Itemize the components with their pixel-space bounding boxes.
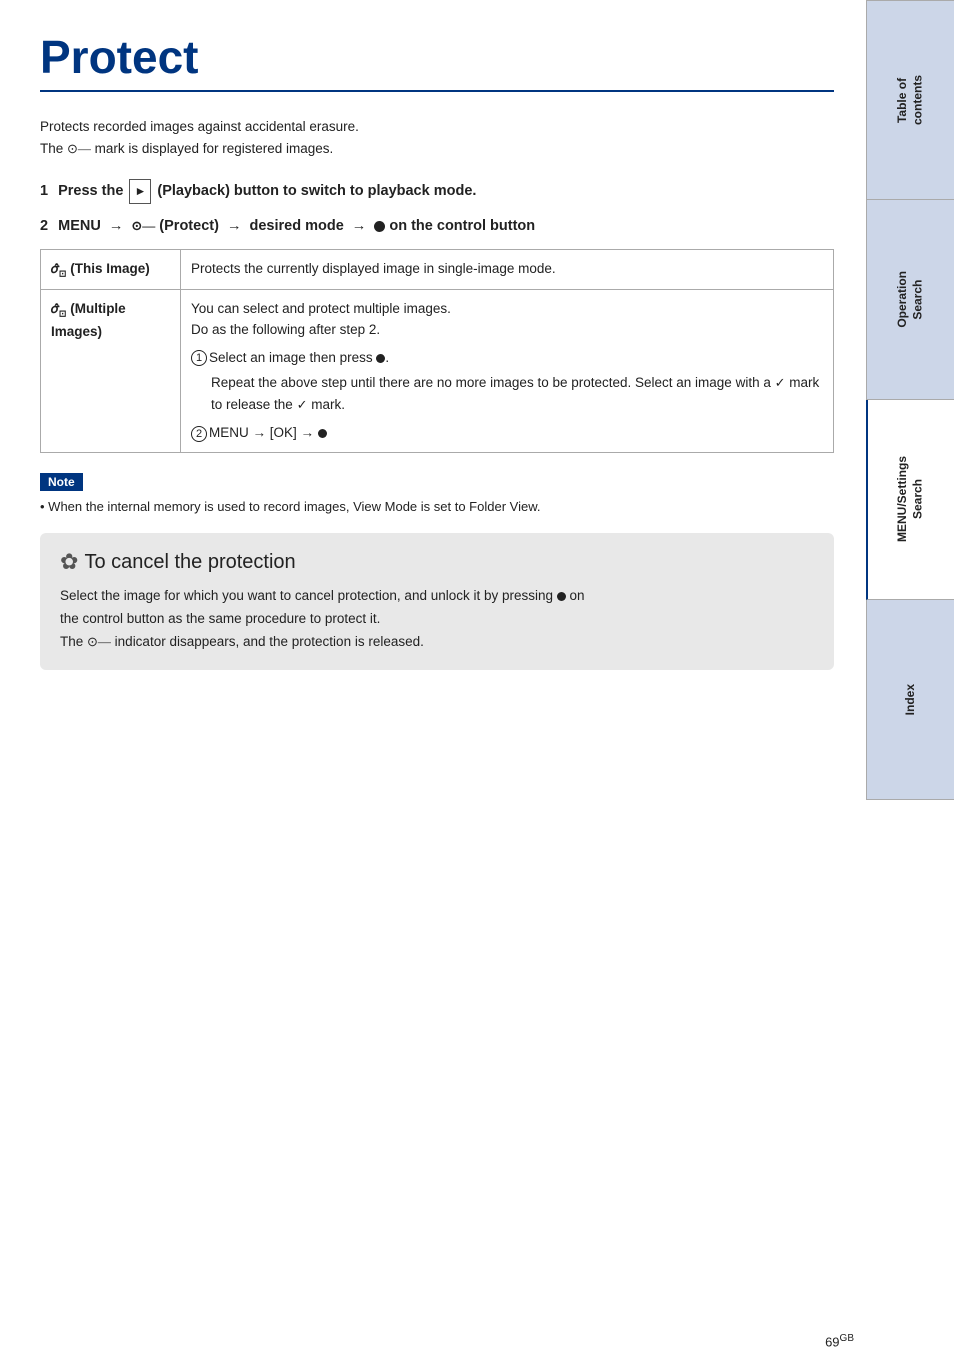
circle-1: 1 (191, 350, 207, 366)
step1-text-before: Press the (58, 183, 123, 199)
table-row-multiple-images: 𝜎̂⊡ (MultipleImages) You can select and … (41, 289, 834, 452)
this-image-label: (This Image) (70, 261, 150, 276)
note-label: Note (40, 473, 83, 491)
note-content: • When the internal memory is used to re… (40, 497, 834, 518)
step1-number: 1 (40, 183, 48, 199)
playback-icon: ► (129, 179, 151, 203)
circle-2: 2 (191, 426, 207, 442)
sidebar-tab-menu[interactable]: MENU/SettingsSearch (866, 400, 954, 600)
main-content: Protect Protects recorded images against… (0, 0, 864, 700)
cancel-line2: the control button as the same procedure… (60, 608, 814, 631)
cancel-line1: Select the image for which you want to c… (60, 585, 814, 608)
mi-step1: 1Select an image then press . (191, 347, 823, 369)
mi-line1: You can select and protect multiple imag… (191, 298, 823, 320)
table-cell-key-1: 𝜎̂⊡ (This Image) (41, 249, 181, 289)
sidebar-tab-toc[interactable]: Table ofcontents (866, 0, 954, 200)
cancel-title-text: To cancel the protection (84, 551, 295, 574)
page-number: 69GB (825, 1333, 854, 1349)
table-cell-key-2: 𝜎̂⊡ (MultipleImages) (41, 289, 181, 452)
this-image-icon: 𝜎̂⊡ (51, 261, 66, 276)
cancel-icon: ✿ (60, 549, 78, 575)
step2-text: MENU → ⊙— (Protect) → desired mode → on … (58, 218, 535, 234)
mi-step2: 2MENU → [OK] → (191, 422, 823, 444)
step1: 1 Press the ► (Playback) button to switc… (40, 179, 834, 204)
intro-line2: The ⊙— mark is displayed for registered … (40, 138, 834, 160)
sidebar-tab-menu-label: MENU/SettingsSearch (895, 456, 926, 542)
sidebar-tab-toc-label: Table ofcontents (895, 75, 926, 125)
mi-step1-detail: Repeat the above step until there are no… (211, 372, 823, 416)
cancel-line3: The ⊙— indicator disappears, and the pro… (60, 631, 814, 654)
step2-number: 2 (40, 218, 48, 234)
mi-line2: Do as the following after step 2. (191, 319, 823, 341)
sidebar-tabs: Table ofcontents OperationSearch MENU/Se… (866, 0, 954, 1369)
sidebar-tab-index-label: Index (903, 684, 919, 715)
intro-line1: Protects recorded images against acciden… (40, 116, 834, 138)
sidebar-tab-operation[interactable]: OperationSearch (866, 200, 954, 400)
table-row-this-image: 𝜎̂⊡ (This Image) Protects the currently … (41, 249, 834, 289)
table-cell-value-1: Protects the currently displayed image i… (181, 249, 834, 289)
page-title: Protect (40, 30, 834, 92)
table-cell-value-2: You can select and protect multiple imag… (181, 289, 834, 452)
cancel-body: Select the image for which you want to c… (60, 585, 814, 654)
cancel-box: ✿ To cancel the protection Select the im… (40, 533, 834, 670)
intro-text: Protects recorded images against acciden… (40, 116, 834, 159)
sidebar-tab-index[interactable]: Index (866, 600, 954, 800)
step1-text-after: (Playback) button to switch to playback … (157, 183, 476, 199)
sidebar-tab-operation-label: OperationSearch (895, 271, 926, 328)
step2: 2 MENU → ⊙— (Protect) → desired mode → o… (40, 214, 834, 239)
note-box: Note • When the internal memory is used … (40, 473, 834, 518)
multiple-images-icon: 𝜎̂⊡ (51, 301, 66, 316)
protect-table: 𝜎̂⊡ (This Image) Protects the currently … (40, 249, 834, 453)
cancel-title: ✿ To cancel the protection (60, 549, 814, 575)
